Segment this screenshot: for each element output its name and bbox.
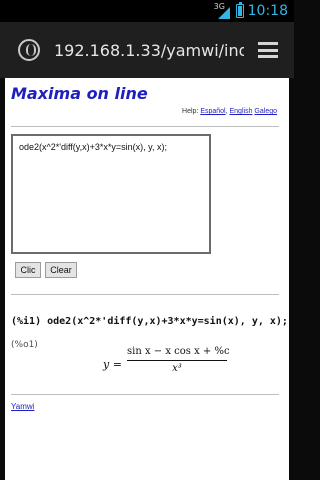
yamwi-link[interactable]: Yamwi	[11, 402, 34, 411]
formula-denominator: x³	[172, 363, 182, 374]
formula-numerator: sin x − x cos x + %c	[127, 346, 230, 357]
formula-lhs: y =	[103, 358, 122, 371]
signal-strength-icon	[217, 7, 230, 19]
result-formula: y = sin x − x cos x + %c x³	[103, 346, 243, 386]
phone-screen: 3G 10:18 192.168.1.33/yamwi/inde: Maxima…	[0, 0, 294, 480]
help-link-english[interactable]: English	[230, 108, 253, 115]
formula-fraction: sin x − x cos x + %c x³	[127, 346, 230, 374]
status-bar: 3G 10:18	[0, 0, 294, 22]
page-title: Maxima on line	[11, 84, 148, 103]
help-link-galego[interactable]: Galego	[254, 108, 277, 115]
browser-address-bar: 192.168.1.33/yamwi/inde:	[0, 22, 294, 78]
help-languages: Help: Español, English Galego	[182, 108, 277, 115]
status-icons: 3G 10:18	[214, 2, 288, 20]
url-field[interactable]: 192.168.1.33/yamwi/inde:	[54, 41, 244, 60]
divider	[11, 126, 279, 127]
signal-icon: 3G	[214, 2, 232, 19]
help-label: Help:	[182, 108, 199, 115]
result-input-line: (%i1) ode2(x^2*'diff(y,x)+3*x*y=sin(x), …	[11, 316, 288, 327]
result-output-label: (%o1)	[11, 340, 38, 350]
clear-button[interactable]: Clear	[45, 262, 77, 278]
web-content: Maxima on line Help: Español, English Ga…	[5, 78, 289, 480]
submit-button[interactable]: Clic	[15, 262, 41, 278]
menu-icon[interactable]	[258, 42, 278, 58]
divider	[11, 394, 279, 395]
globe-icon[interactable]	[18, 39, 40, 61]
clock: 10:18	[247, 3, 288, 19]
battery-icon	[235, 2, 244, 18]
maxima-input[interactable]: ode2(x^2*'diff(y,x)+3*x*y=sin(x), y, x);	[17, 140, 209, 252]
fraction-bar	[127, 360, 227, 361]
input-box: ode2(x^2*'diff(y,x)+3*x*y=sin(x), y, x);	[11, 134, 211, 254]
divider	[11, 294, 279, 295]
help-link-espanol[interactable]: Español	[200, 108, 225, 115]
